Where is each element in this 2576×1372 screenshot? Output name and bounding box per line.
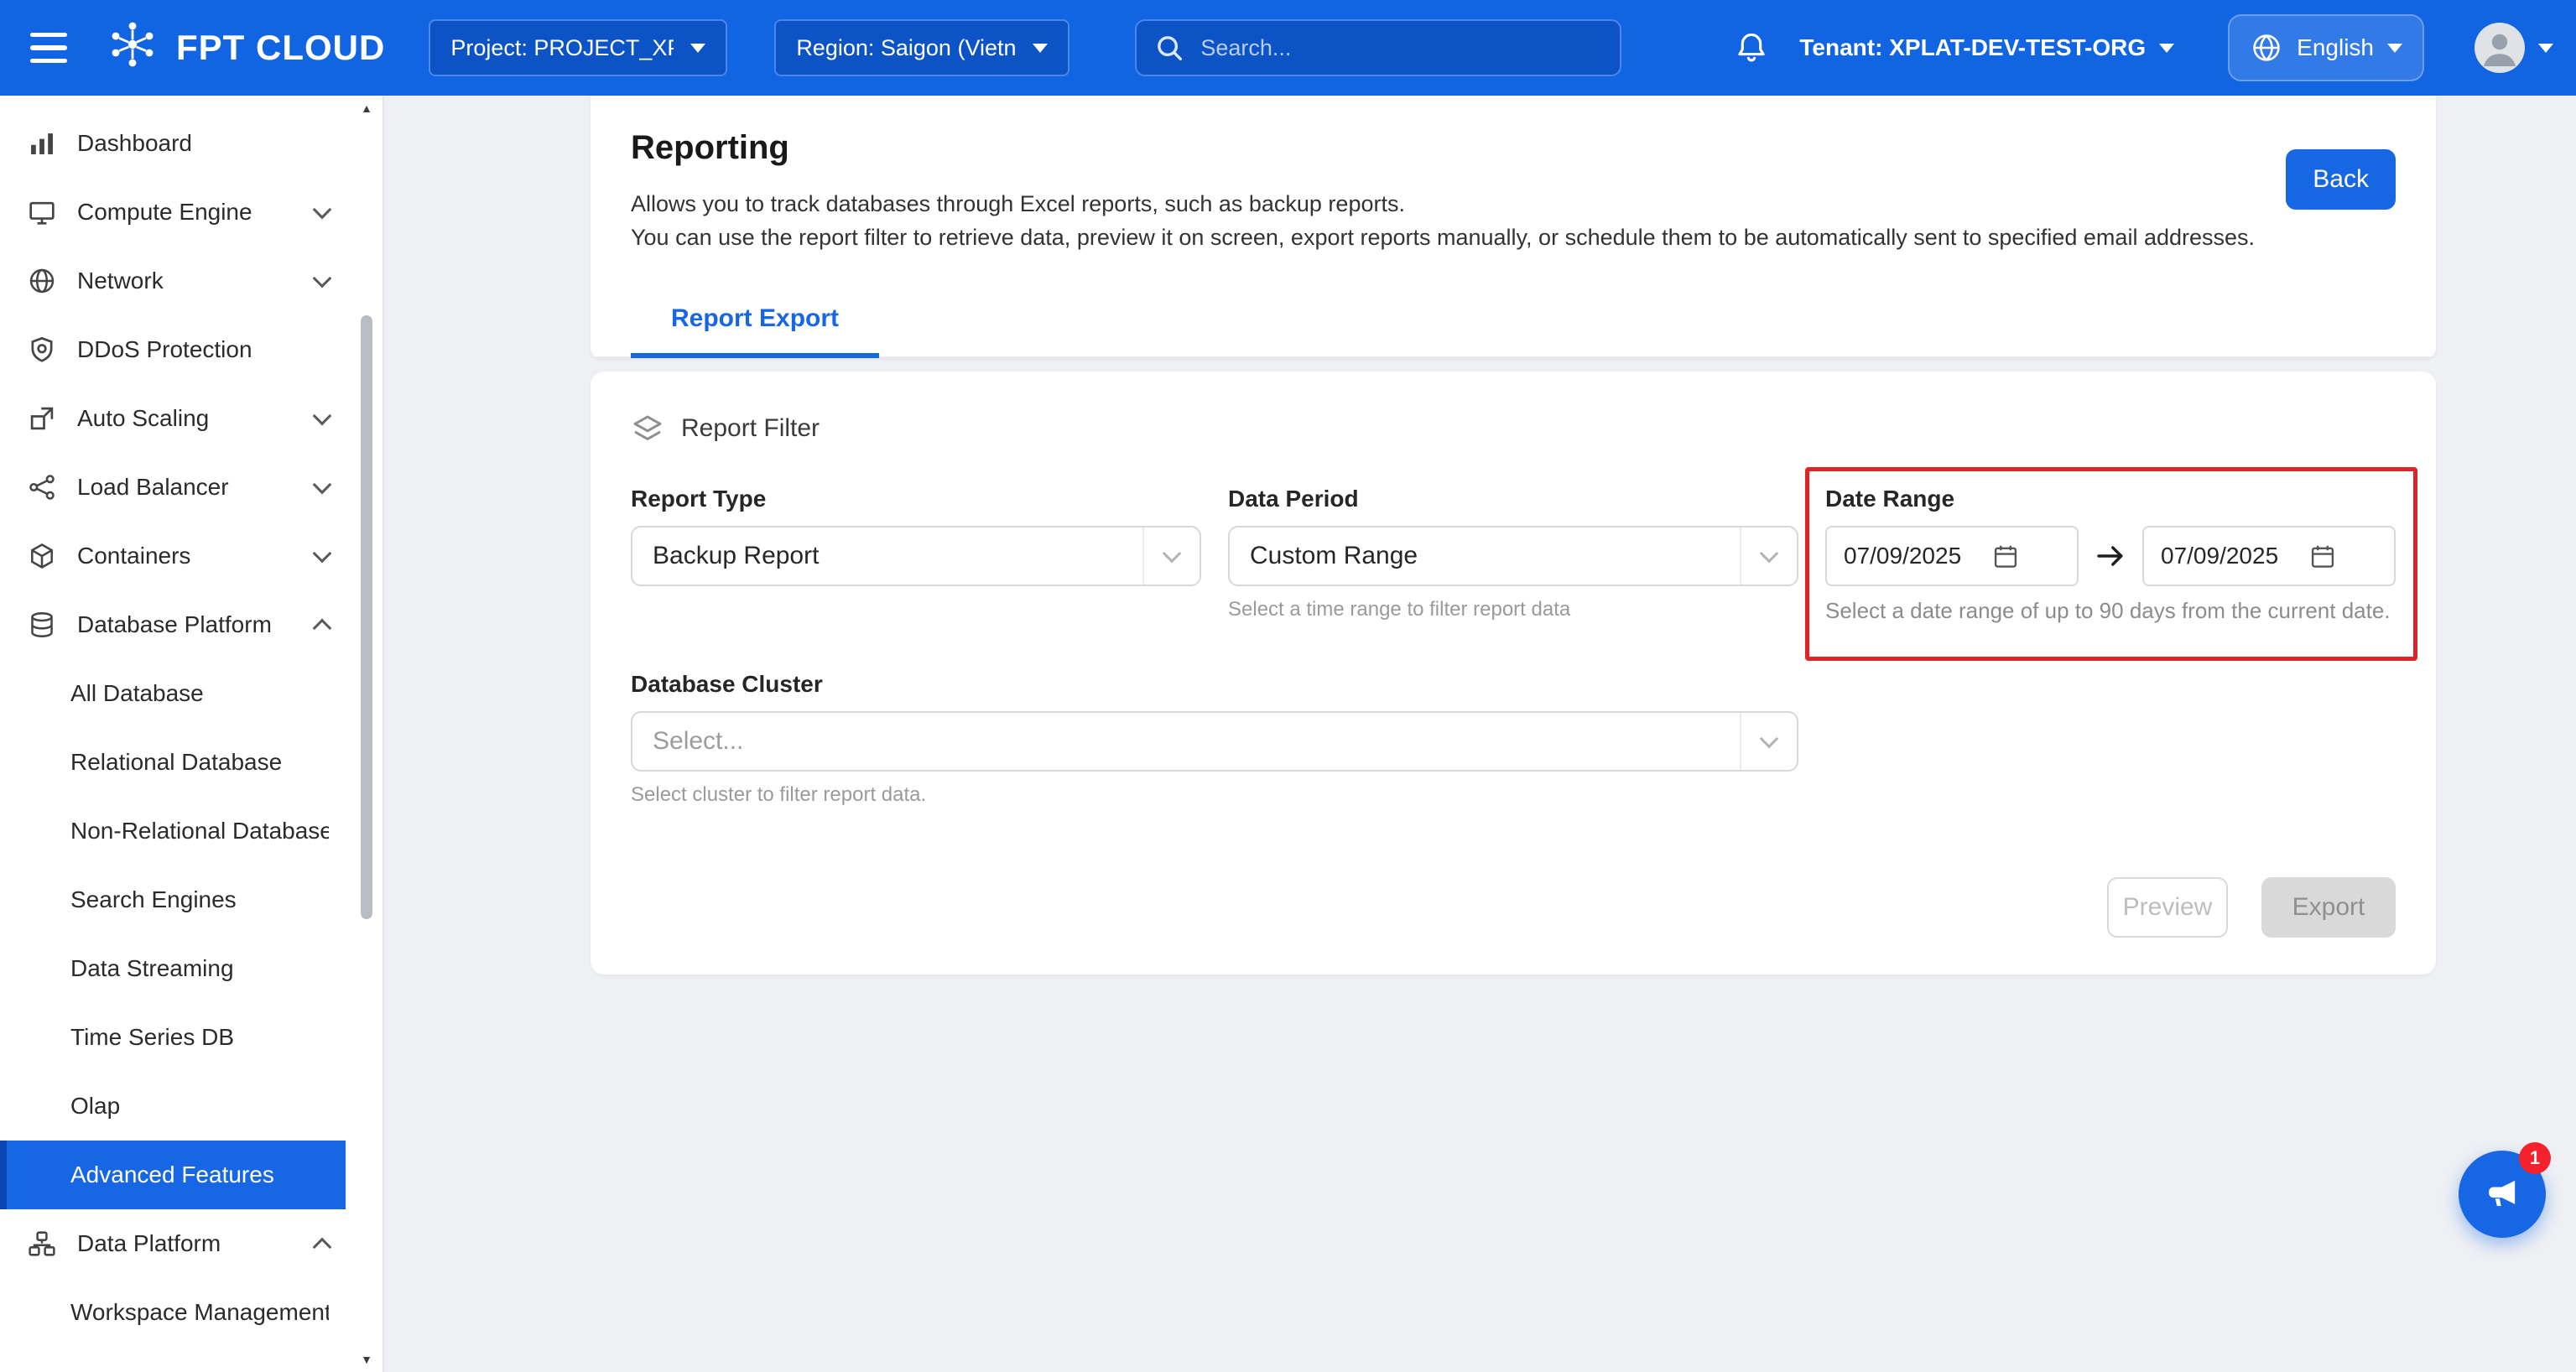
sidebar-item-ingestion[interactable]: Ingestion xyxy=(0,1347,346,1372)
fpt-cloud-logo-icon xyxy=(104,16,161,80)
filter-section-title: Report Filter xyxy=(681,414,820,443)
chevron-down-icon xyxy=(2538,44,2553,53)
calendar-icon xyxy=(2308,542,2337,570)
data-platform-icon xyxy=(27,1229,57,1259)
chevron-down-icon xyxy=(313,269,332,288)
hamburger-menu-icon[interactable] xyxy=(30,23,81,73)
layers-icon xyxy=(631,412,664,445)
load-balancer-icon xyxy=(27,472,57,502)
containers-icon xyxy=(27,541,57,571)
tab-bar: Report Export xyxy=(591,288,2436,358)
chevron-down-icon xyxy=(2387,44,2402,53)
database-icon xyxy=(27,610,57,640)
user-menu[interactable] xyxy=(2475,23,2553,73)
auto-scaling-icon xyxy=(27,403,57,434)
page-title: Reporting xyxy=(631,129,2255,167)
global-search xyxy=(1135,19,1621,76)
announcements-fab[interactable]: 1 xyxy=(2459,1151,2546,1238)
sidebar-item-olap[interactable]: Olap xyxy=(0,1072,346,1141)
chevron-down-icon xyxy=(1142,527,1200,585)
report-type-field: Report Type Backup Report xyxy=(631,486,1201,624)
report-type-label: Report Type xyxy=(631,486,1201,512)
date-range-end-input[interactable] xyxy=(2142,526,2396,586)
sidebar-item-network[interactable]: Network xyxy=(0,247,346,315)
database-cluster-label: Database Cluster xyxy=(631,671,1798,698)
sidebar-item-time-series-db[interactable]: Time Series DB xyxy=(0,1003,346,1072)
preview-button[interactable]: Preview xyxy=(2107,877,2228,938)
date-range-label: Date Range xyxy=(1825,486,2396,512)
date-range-field: Date Range xyxy=(1825,486,2396,624)
page-description-line2: You can use the report filter to retriev… xyxy=(631,221,2255,254)
sidebar-item-data-streaming[interactable]: Data Streaming xyxy=(0,934,346,1003)
sidebar-item-compute-engine[interactable]: Compute Engine xyxy=(0,178,346,247)
chevron-down-icon xyxy=(313,544,332,564)
sidebar-item-workspace-management[interactable]: Workspace Management xyxy=(0,1278,346,1347)
chevron-up-icon xyxy=(313,1238,332,1257)
tab-report-export[interactable]: Report Export xyxy=(631,288,879,358)
brand-logo[interactable]: FPT CLOUD xyxy=(104,16,385,80)
sidebar-item-auto-scaling[interactable]: Auto Scaling xyxy=(0,384,346,453)
data-period-label: Data Period xyxy=(1228,486,1798,512)
main-content: Reporting Allows you to track databases … xyxy=(384,96,2576,1372)
chevron-down-icon xyxy=(2159,44,2174,53)
sidebar-item-all-database[interactable]: All Database xyxy=(0,659,346,728)
chevron-down-icon xyxy=(1740,527,1797,585)
report-type-select[interactable]: Backup Report xyxy=(631,526,1201,586)
calendar-icon xyxy=(1991,542,2020,570)
sidebar-item-database-platform[interactable]: Database Platform xyxy=(0,590,346,659)
sidebar-item-load-balancer[interactable]: Load Balancer xyxy=(0,453,346,522)
arrow-right-icon xyxy=(2094,539,2127,573)
chevron-down-icon xyxy=(313,476,332,495)
database-cluster-field: Database Cluster Select... Select cluste… xyxy=(631,671,1798,807)
megaphone-icon xyxy=(2480,1172,2524,1216)
avatar xyxy=(2475,23,2525,73)
chevron-down-icon xyxy=(313,200,332,220)
scroll-down-icon[interactable]: ▼ xyxy=(359,1352,374,1367)
chevron-down-icon xyxy=(690,44,705,53)
sidebar-nav: Dashboard Compute Engine Network DDoS Pr… xyxy=(0,96,384,1372)
top-header: FPT CLOUD Project: PROJECT_XPL... Region… xyxy=(0,0,2576,96)
sidebar-item-ddos-protection[interactable]: DDoS Protection xyxy=(0,315,346,384)
sidebar-item-dashboard[interactable]: Dashboard xyxy=(0,109,346,178)
report-filter-card: Report Filter Report Type Backup Report … xyxy=(591,372,2436,974)
scroll-up-icon[interactable]: ▲ xyxy=(359,101,374,116)
search-input[interactable] xyxy=(1200,35,1603,61)
back-button[interactable]: Back xyxy=(2286,149,2396,210)
brand-name: FPT CLOUD xyxy=(176,28,385,68)
sidebar-item-non-relational-database[interactable]: Non-Relational Database xyxy=(0,797,346,865)
notification-badge: 1 xyxy=(2519,1142,2551,1174)
chevron-down-icon xyxy=(1033,44,1048,53)
sidebar-scrollbar[interactable]: ▲ ▼ xyxy=(359,101,374,1367)
sidebar-item-data-platform[interactable]: Data Platform xyxy=(0,1209,346,1278)
data-period-select[interactable]: Custom Range xyxy=(1228,526,1798,586)
data-period-helper: Select a time range to filter report dat… xyxy=(1228,598,1798,621)
chevron-down-icon xyxy=(313,407,332,426)
export-button[interactable]: Export xyxy=(2261,877,2396,938)
tenant-selector[interactable]: Tenant: XPLAT-DEV-TEST-ORG xyxy=(1799,34,2174,61)
sidebar-scrollbar-thumb[interactable] xyxy=(361,315,372,919)
region-selector[interactable]: Region: Saigon (Vietn... xyxy=(774,19,1069,76)
date-range-start-input[interactable] xyxy=(1825,526,2079,586)
page-description-line1: Allows you to track databases through Ex… xyxy=(631,187,2255,221)
reporting-header-card: Reporting Allows you to track databases … xyxy=(591,96,2436,358)
database-cluster-helper: Select cluster to filter report data. xyxy=(631,783,1798,807)
network-icon xyxy=(27,266,57,296)
data-period-field: Data Period Custom Range Select a time r… xyxy=(1228,486,1798,624)
project-selector[interactable]: Project: PROJECT_XPL... xyxy=(429,19,727,76)
compute-engine-icon xyxy=(27,197,57,227)
sidebar-item-search-engines[interactable]: Search Engines xyxy=(0,865,346,934)
globe-icon xyxy=(2250,31,2283,65)
sidebar-item-relational-database[interactable]: Relational Database xyxy=(0,728,346,797)
notifications-bell-icon[interactable] xyxy=(1734,30,1769,65)
date-range-helper: Select a date range of up to 90 days fro… xyxy=(1825,598,2396,624)
language-selector[interactable]: English xyxy=(2228,14,2424,81)
ddos-protection-icon xyxy=(27,335,57,365)
sidebar-item-containers[interactable]: Containers xyxy=(0,522,346,590)
chevron-down-icon xyxy=(1740,713,1797,770)
database-cluster-select[interactable]: Select... xyxy=(631,711,1798,772)
sidebar-item-advanced-features[interactable]: Advanced Features xyxy=(0,1141,346,1209)
search-icon xyxy=(1153,32,1185,64)
dashboard-icon xyxy=(27,128,57,159)
chevron-up-icon xyxy=(313,619,332,638)
